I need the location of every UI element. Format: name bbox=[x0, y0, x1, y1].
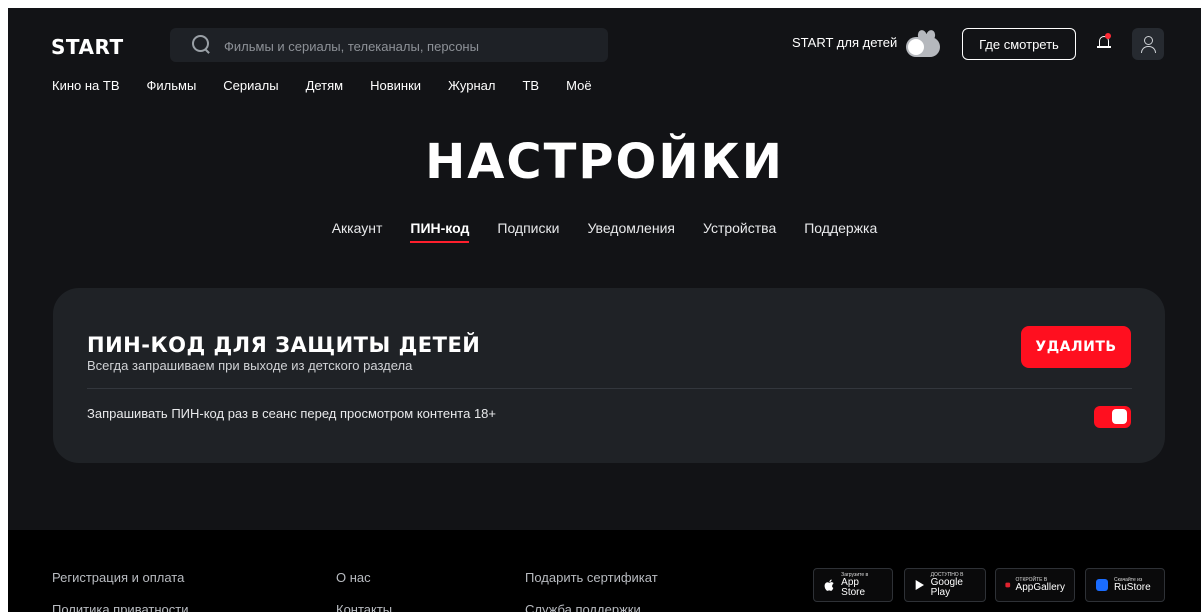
appgallery-text: ОТКРОЙТЕ В AppGallery bbox=[1015, 577, 1065, 593]
toggle-knob bbox=[1112, 409, 1127, 424]
store-name: RuStore bbox=[1114, 581, 1151, 593]
nav-item-tv-movies[interactable]: Кино на ТВ bbox=[52, 78, 120, 93]
where-to-watch-button[interactable]: Где смотреть bbox=[962, 28, 1076, 60]
tab-devices[interactable]: Устройства bbox=[703, 220, 776, 236]
app-window: START START для детей Где смотреть Кино … bbox=[8, 8, 1201, 612]
footer-column-2: О нас Контакты bbox=[336, 570, 392, 612]
kids-mode-toggle[interactable] bbox=[904, 29, 940, 58]
pin-card-subtitle: Всегда запрашиваем при выходе из детског… bbox=[87, 358, 413, 373]
start-logo[interactable]: START bbox=[51, 35, 124, 59]
nav-item-series[interactable]: Сериалы bbox=[223, 78, 278, 93]
settings-tabs: Аккаунт ПИН-код Подписки Уведомления Уст… bbox=[8, 220, 1201, 243]
app-store-badge[interactable]: Загрузите в App Store bbox=[813, 568, 893, 602]
footer-link-registration[interactable]: Регистрация и оплата bbox=[52, 570, 188, 585]
rustore-icon bbox=[1096, 579, 1108, 591]
session-pin-toggle[interactable] bbox=[1094, 406, 1131, 428]
footer-link-privacy[interactable]: Политика приватности bbox=[52, 602, 188, 612]
kids-toggle-knob bbox=[908, 39, 924, 55]
search-input[interactable] bbox=[222, 28, 596, 64]
kids-mode-label[interactable]: START для детей bbox=[792, 35, 897, 50]
rustore-text: Скачайте из RuStore bbox=[1114, 577, 1151, 593]
app-store-text: Загрузите в App Store bbox=[841, 572, 883, 598]
main-nav: Кино на ТВ Фильмы Сериалы Детям Новинки … bbox=[52, 78, 619, 93]
search-icon bbox=[192, 35, 209, 52]
appgallery-badge[interactable]: ОТКРОЙТЕ В AppGallery bbox=[995, 568, 1075, 602]
nav-item-kids[interactable]: Детям bbox=[306, 78, 344, 93]
nav-item-mine[interactable]: Моё bbox=[566, 78, 591, 93]
tab-account[interactable]: Аккаунт bbox=[332, 220, 383, 236]
apple-icon bbox=[824, 579, 834, 591]
nav-item-new[interactable]: Новинки bbox=[370, 78, 421, 93]
footer-column-1: Регистрация и оплата Политика приватност… bbox=[52, 570, 188, 612]
page-title: НАСТРОЙКИ bbox=[425, 134, 784, 190]
nav-item-movies[interactable]: Фильмы bbox=[147, 78, 197, 93]
google-play-icon bbox=[915, 580, 924, 590]
nav-item-journal[interactable]: Журнал bbox=[448, 78, 495, 93]
notification-dot bbox=[1105, 33, 1111, 39]
store-name: App Store bbox=[841, 576, 866, 598]
footer-link-support[interactable]: Служба поддержки bbox=[525, 602, 658, 612]
footer-link-gift-certificate[interactable]: Подарить сертификат bbox=[525, 570, 658, 585]
footer: Регистрация и оплата Политика приватност… bbox=[8, 530, 1201, 612]
user-icon-body bbox=[1141, 46, 1156, 53]
nav-item-tv[interactable]: ТВ bbox=[522, 78, 539, 93]
footer-link-contacts[interactable]: Контакты bbox=[336, 602, 392, 612]
user-icon-head bbox=[1144, 36, 1153, 45]
google-play-badge[interactable]: ДОСТУПНО В Google Play bbox=[904, 568, 986, 602]
footer-column-3: Подарить сертификат Служба поддержки bbox=[525, 570, 658, 612]
store-name: AppGallery bbox=[1015, 581, 1065, 593]
profile-button[interactable] bbox=[1132, 28, 1164, 60]
rustore-badge[interactable]: Скачайте из RuStore bbox=[1085, 568, 1165, 602]
tab-subscriptions[interactable]: Подписки bbox=[497, 220, 559, 236]
delete-pin-button[interactable]: УДАЛИТЬ bbox=[1021, 326, 1131, 368]
tab-notifications[interactable]: Уведомления bbox=[587, 220, 675, 236]
store-name: Google Play bbox=[930, 576, 963, 598]
huawei-icon bbox=[1005, 582, 1011, 588]
notifications-bell-icon[interactable] bbox=[1097, 32, 1111, 52]
session-pin-label: Запрашивать ПИН-код раз в сеанс перед пр… bbox=[87, 406, 496, 421]
tab-pin-code[interactable]: ПИН-код bbox=[410, 220, 469, 243]
search-bar[interactable] bbox=[170, 28, 608, 64]
footer-link-about[interactable]: О нас bbox=[336, 570, 392, 585]
pin-card-title: ПИН-КОД ДЛЯ ЗАЩИТЫ ДЕТЕЙ bbox=[87, 333, 481, 357]
tab-support[interactable]: Поддержка bbox=[804, 220, 877, 236]
google-play-text: ДОСТУПНО В Google Play bbox=[930, 572, 976, 598]
divider bbox=[87, 388, 1132, 389]
bell-base bbox=[1097, 46, 1111, 48]
pin-code-card: ПИН-КОД ДЛЯ ЗАЩИТЫ ДЕТЕЙ Всегда запрашив… bbox=[53, 288, 1165, 463]
